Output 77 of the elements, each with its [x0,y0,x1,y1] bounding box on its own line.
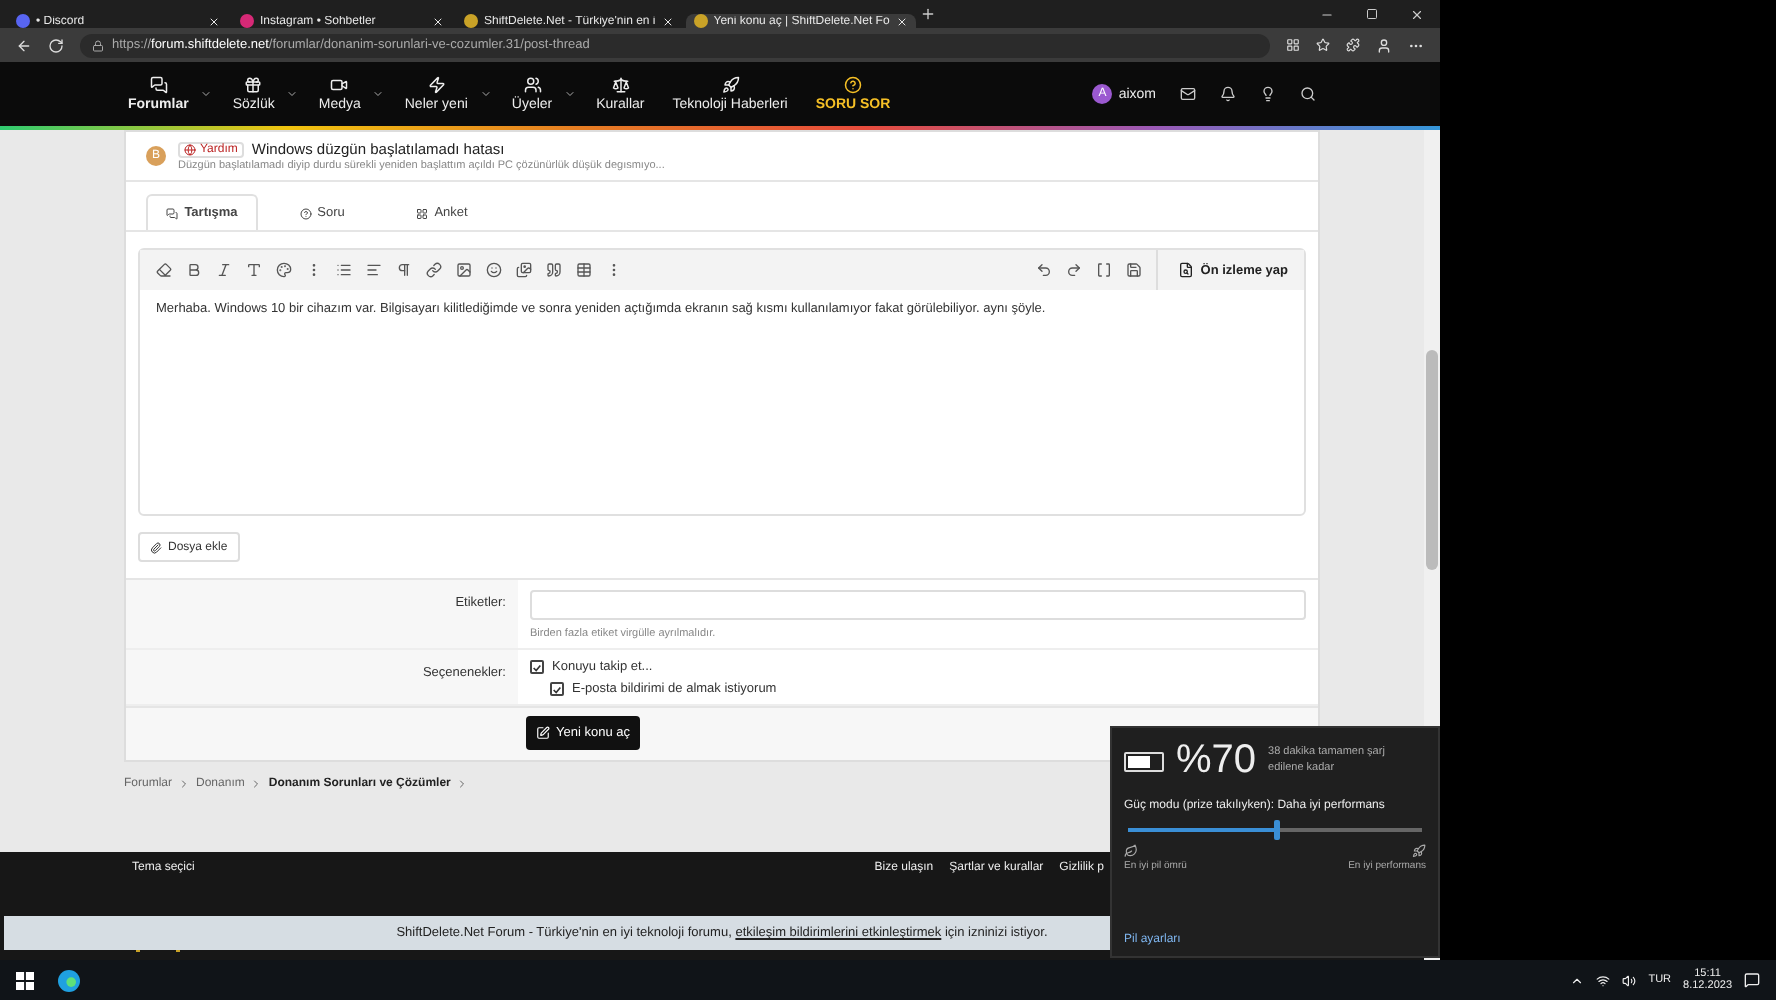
checkbox[interactable] [550,682,564,696]
extensions-icon[interactable] [1346,38,1360,52]
palette-icon[interactable] [276,262,292,278]
close-icon[interactable] [208,15,220,27]
question-icon [844,76,863,94]
notifications-icon[interactable] [1744,972,1760,988]
close-icon[interactable] [895,15,908,27]
chevron-icon [456,778,469,790]
caret-icon[interactable] [372,88,385,100]
lightbulb-icon[interactable] [1260,86,1276,102]
scale-icon [611,76,630,94]
video-icon [330,76,349,94]
network-icon[interactable] [1596,973,1611,987]
table-icon[interactable] [576,262,592,278]
profile-icon[interactable] [1376,37,1392,53]
italic-icon[interactable] [216,262,232,278]
chevron-up-icon[interactable] [1570,973,1585,987]
rocket-icon [1412,844,1426,858]
windows-icon[interactable] [16,971,34,989]
rocket-icon [721,76,740,94]
redo-icon[interactable] [1066,262,1083,278]
slider-thumb[interactable] [1273,820,1279,840]
chevron-icon [250,778,263,790]
gift-icon [244,76,263,94]
link-icon[interactable] [426,262,442,278]
tags-input[interactable] [530,590,1306,620]
bold-icon[interactable] [186,262,202,278]
favorite-icon[interactable] [1316,38,1330,52]
mail-icon[interactable] [1180,86,1196,102]
caret-icon[interactable] [286,88,299,100]
paperclip-icon [150,541,162,553]
lightning-icon [427,76,446,94]
back-icon[interactable] [16,37,32,53]
chat-icon [149,76,168,94]
paragraph-icon[interactable] [396,262,412,278]
align-icon[interactable] [366,262,382,278]
grid-icon [416,207,429,219]
smile-icon[interactable] [486,262,502,278]
leaf-icon [1124,844,1138,858]
apps-icon[interactable] [1286,38,1300,52]
battery-icon [1124,751,1164,771]
battery-percent: %70 [1176,738,1257,784]
favicon-icon [16,14,30,28]
caret-icon[interactable] [479,88,492,100]
chevron-icon [178,778,191,790]
save-icon[interactable] [1126,262,1143,278]
close-icon[interactable] [661,15,674,27]
image-icon[interactable] [456,262,472,278]
checkbox[interactable] [530,660,544,674]
volume-icon[interactable] [1622,973,1637,987]
list-icon[interactable] [336,262,352,278]
close-icon[interactable] [432,15,444,27]
caret-icon[interactable] [564,88,577,100]
undo-icon[interactable] [1036,262,1053,278]
caret-icon[interactable] [200,88,213,100]
brackets-icon[interactable] [1096,262,1113,278]
question-icon [299,207,312,219]
edit-icon [536,726,550,740]
quote-icon[interactable] [546,262,562,278]
favicon-icon [693,14,708,28]
users-icon [523,76,541,94]
search-icon[interactable] [1300,86,1316,102]
gallery-icon[interactable] [516,262,532,278]
eraser-icon[interactable] [156,262,172,278]
new-tab-icon[interactable] [919,6,936,22]
text-size-icon[interactable] [246,262,262,278]
globe-icon [184,143,196,155]
close-icon[interactable] [1410,7,1424,21]
document-icon [1178,262,1195,278]
bell-icon[interactable] [1220,86,1236,102]
reload-icon[interactable] [48,37,64,53]
chat-icon [166,207,179,219]
favicon-icon [464,14,478,28]
browser-icon[interactable] [58,969,80,991]
maximize-icon[interactable] [1366,7,1378,19]
lock-icon [92,39,104,51]
favicon-icon [240,14,254,28]
